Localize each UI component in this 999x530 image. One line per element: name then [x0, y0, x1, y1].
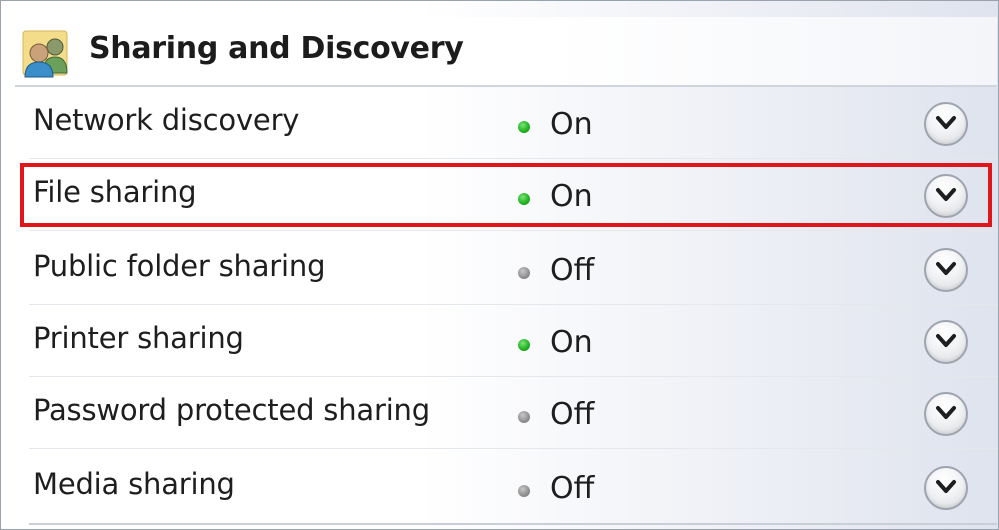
- row-divider: [29, 448, 997, 449]
- users-icon: [21, 23, 75, 79]
- chevron-down-icon: [936, 116, 956, 129]
- status-value: Off: [550, 471, 595, 506]
- status-on-indicator: [518, 121, 530, 133]
- expand-button[interactable]: [924, 320, 968, 364]
- setting-label: Media sharing: [33, 467, 235, 501]
- expand-button[interactable]: [924, 466, 968, 510]
- status-off-indicator: [518, 411, 530, 423]
- status-off-indicator: [518, 267, 530, 279]
- row-divider: [29, 304, 997, 305]
- status-value: Off: [550, 397, 595, 432]
- expand-button[interactable]: [924, 102, 968, 146]
- setting-label: Network discovery: [33, 103, 300, 137]
- chevron-down-icon: [936, 262, 956, 275]
- setting-label: Printer sharing: [33, 321, 244, 355]
- status-off-indicator: [518, 485, 530, 497]
- status-value: On: [550, 325, 593, 360]
- setting-row-file-sharing[interactable]: File sharing On: [21, 161, 997, 229]
- panel-bottom-border: [29, 523, 997, 525]
- setting-row-network-discovery[interactable]: Network discovery On: [21, 89, 997, 157]
- setting-row-password-protected-sharing[interactable]: Password protected sharing Off: [21, 379, 997, 447]
- chevron-down-icon: [936, 188, 956, 201]
- setting-row-printer-sharing[interactable]: Printer sharing On: [21, 307, 997, 375]
- setting-label: File sharing: [33, 175, 197, 209]
- expand-button[interactable]: [924, 174, 968, 218]
- chevron-down-icon: [936, 406, 956, 419]
- row-divider: [29, 376, 997, 377]
- expand-button[interactable]: [924, 248, 968, 292]
- expand-button[interactable]: [924, 392, 968, 436]
- row-divider: [29, 230, 997, 231]
- chevron-down-icon: [936, 480, 956, 493]
- setting-label: Password protected sharing: [33, 393, 430, 427]
- status-on-indicator: [518, 339, 530, 351]
- status-on-indicator: [518, 193, 530, 205]
- sharing-discovery-panel: Sharing and Discovery Network discovery …: [0, 0, 999, 530]
- section-header[interactable]: Sharing and Discovery: [15, 17, 997, 87]
- section-title: Sharing and Discovery: [89, 31, 464, 66]
- row-divider: [29, 158, 997, 159]
- chevron-down-icon: [936, 334, 956, 347]
- setting-row-public-folder-sharing[interactable]: Public folder sharing Off: [21, 235, 997, 303]
- status-value: On: [550, 179, 593, 214]
- setting-row-media-sharing[interactable]: Media sharing Off: [21, 453, 997, 521]
- status-value: On: [550, 107, 593, 142]
- setting-label: Public folder sharing: [33, 249, 326, 283]
- status-value: Off: [550, 253, 595, 288]
